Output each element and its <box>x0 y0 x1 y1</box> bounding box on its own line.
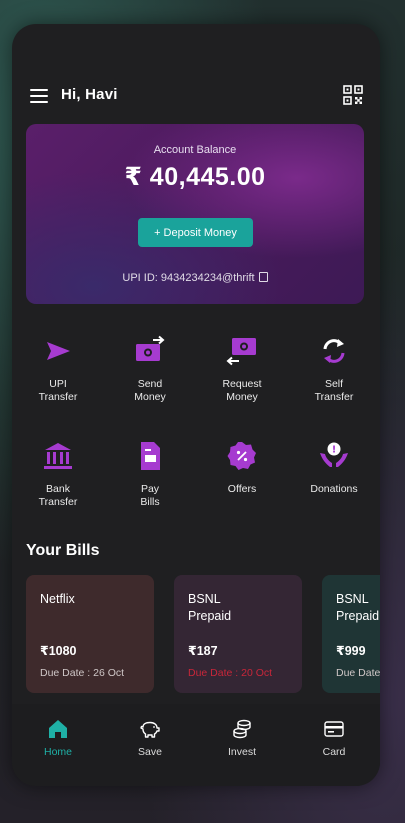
nav-label: Invest <box>227 746 256 758</box>
action-label: Bank Transfer <box>38 483 78 508</box>
action-label: Donations <box>310 483 358 495</box>
send-money-icon <box>136 335 165 361</box>
bill-name: Netflix <box>40 592 75 606</box>
nav-save[interactable]: Save <box>104 704 196 786</box>
action-self-transfer[interactable]: Self Transfer <box>288 334 380 439</box>
nav-card[interactable]: Card <box>288 704 380 786</box>
bills-carousel[interactable]: Netflix ₹1080 Due Date : 26 Oct BSNL Pre… <box>26 575 380 693</box>
greeting-text: Hi, Havi <box>61 86 118 103</box>
bank-icon <box>44 443 72 469</box>
bill-due-date: Due Date : 26 Oct <box>40 667 125 679</box>
upi-id-row: UPI ID: 9434234234@thrift <box>26 272 364 284</box>
action-donations[interactable]: ! Donations <box>288 439 380 544</box>
balance-card: Account Balance ₹ 40,445.00 + Deposit Mo… <box>26 124 364 304</box>
bottom-navigation: Home Save Invest Card <box>12 704 380 786</box>
quick-actions-grid: UPI Transfer Send Money Request Money Se… <box>12 334 380 544</box>
nav-label: Home <box>43 746 72 758</box>
bill-amount: ₹999 <box>336 644 366 658</box>
your-bills-heading: Your Bills <box>26 542 100 559</box>
nav-home[interactable]: Home <box>12 704 104 786</box>
nav-invest[interactable]: Invest <box>196 704 288 786</box>
action-label: Self Transfer <box>314 378 354 403</box>
bill-card[interactable]: BSNL Prepaid ₹187 Due Date : 20 Oct <box>174 575 302 693</box>
action-request-money[interactable]: Request Money <box>196 334 288 439</box>
action-upi-transfer[interactable]: UPI Transfer <box>12 334 104 439</box>
balance-amount: ₹ 40,445.00 <box>124 163 266 191</box>
action-send-money[interactable]: Send Money <box>104 334 196 439</box>
piggy-bank-icon <box>140 721 160 738</box>
action-label: Request Money <box>222 378 262 403</box>
donations-icon: ! <box>320 442 348 467</box>
copy-icon[interactable] <box>258 272 268 282</box>
bill-due-date: Due Date <box>336 667 380 679</box>
bill-name: BSNL Prepaid <box>188 592 232 623</box>
deposit-money-label: + Deposit Money <box>154 226 237 239</box>
svg-text:!: ! <box>332 445 337 456</box>
bill-amount: ₹187 <box>188 644 218 658</box>
action-pay-bills[interactable]: Pay Bills <box>104 439 196 544</box>
send-icon <box>47 342 70 360</box>
action-label: Offers <box>227 483 257 495</box>
coins-icon <box>233 719 251 739</box>
card-icon <box>324 721 344 737</box>
top-bar: Hi, Havi <box>12 82 380 114</box>
upi-id-text: UPI ID: 9434234234@thrift <box>122 272 255 284</box>
phone-screen: Hi, Havi Account Balance ₹ 40,445.00 + D… <box>12 24 380 786</box>
hamburger-menu-icon[interactable] <box>30 89 48 103</box>
bill-card[interactable]: Netflix ₹1080 Due Date : 26 Oct <box>26 575 154 693</box>
action-label: Pay Bills <box>140 483 160 508</box>
action-bank-transfer[interactable]: Bank Transfer <box>12 439 104 544</box>
bill-amount: ₹1080 <box>40 644 77 658</box>
deposit-money-button[interactable]: + Deposit Money <box>138 218 253 247</box>
bill-card[interactable]: BSNL Prepaid ₹999 Due Date <box>322 575 380 693</box>
offers-icon <box>227 442 256 470</box>
bill-name: BSNL Prepaid <box>336 592 380 623</box>
home-icon <box>49 720 67 738</box>
nav-label: Save <box>138 746 162 758</box>
self-transfer-icon <box>323 339 345 363</box>
action-label: Send Money <box>134 378 166 403</box>
action-offers[interactable]: Offers <box>196 439 288 544</box>
bill-icon <box>141 442 160 470</box>
nav-label: Card <box>322 746 346 758</box>
request-money-icon <box>226 338 256 366</box>
balance-label: Account Balance <box>153 144 237 156</box>
qr-scan-icon[interactable] <box>342 84 364 106</box>
action-label: UPI Transfer <box>38 378 78 403</box>
bill-due-date: Due Date : 20 Oct <box>188 667 273 679</box>
